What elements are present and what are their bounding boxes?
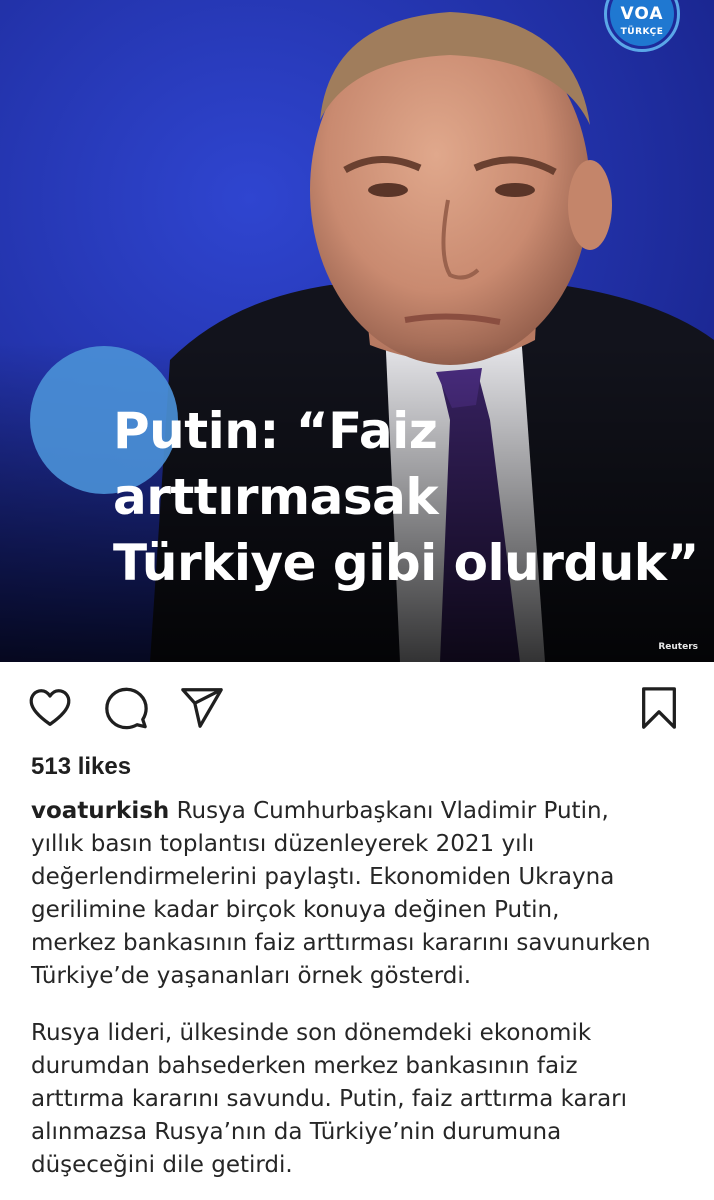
caption-line: alınmazsa Rusya’nın da Türkiye’nin durum… xyxy=(31,1119,562,1145)
caption-line: değerlendirmelerini paylaştı. Ekonomiden… xyxy=(31,864,615,890)
caption-line: durumdan bahsederken merkez bankasının f… xyxy=(31,1053,578,1079)
bookmark-icon xyxy=(642,687,676,729)
comment-icon xyxy=(105,687,148,730)
caption-paragraph-2: Rusya lideri, ülkesinde son dönemdeki ek… xyxy=(31,1017,691,1182)
photo-credit: Reuters xyxy=(658,642,698,652)
headline-line: Putin: “Faiz xyxy=(113,402,438,460)
caption-line: Türkiye’de yaşananları örnek gösterdi. xyxy=(31,963,472,989)
heart-icon xyxy=(29,689,71,726)
headline-line: Türkiye gibi olurduk” xyxy=(113,534,699,592)
caption-line: merkez bankasının faiz arttırması kararı… xyxy=(31,930,651,956)
share-button[interactable] xyxy=(178,684,226,732)
caption-line: arttırma kararını savundu. Putin, faiz a… xyxy=(31,1086,628,1112)
logo-text: VOA xyxy=(620,4,664,24)
post-image[interactable]: Putin: “Faiz arttırmasak Türkiye gibi ol… xyxy=(0,0,714,662)
caption-line: gerilimine kadar birçok konuya değinen P… xyxy=(31,897,560,923)
save-button[interactable] xyxy=(635,684,683,732)
username-link[interactable]: voaturkish xyxy=(31,798,169,824)
caption-paragraph-1: voaturkish Rusya Cumhurbaşkanı Vladimir … xyxy=(31,795,691,993)
post-action-bar xyxy=(0,662,714,752)
caption-line: Rusya lideri, ülkesinde son dönemdeki ek… xyxy=(31,1020,592,1046)
paper-plane-icon xyxy=(181,688,223,728)
logo-subtext: TÜRKÇE xyxy=(620,27,664,37)
comment-button[interactable] xyxy=(102,684,150,732)
headline-line: arttırmasak xyxy=(113,468,439,526)
likes-count[interactable]: 513 likes xyxy=(31,753,131,781)
image-headline: Putin: “Faiz arttırmasak Türkiye gibi ol… xyxy=(113,398,703,596)
caption-line: düşeceğini dile getirdi. xyxy=(31,1152,293,1178)
like-button[interactable] xyxy=(26,684,74,732)
caption-line: yıllık basın toplantısı düzenleyerek 202… xyxy=(31,831,535,857)
voa-turkce-logo: VOA TÜRKÇE xyxy=(600,0,684,56)
caption-first-line: voaturkish Rusya Cumhurbaşkanı Vladimir … xyxy=(31,795,691,828)
caption-text: Rusya Cumhurbaşkanı Vladimir Putin, xyxy=(169,798,609,824)
